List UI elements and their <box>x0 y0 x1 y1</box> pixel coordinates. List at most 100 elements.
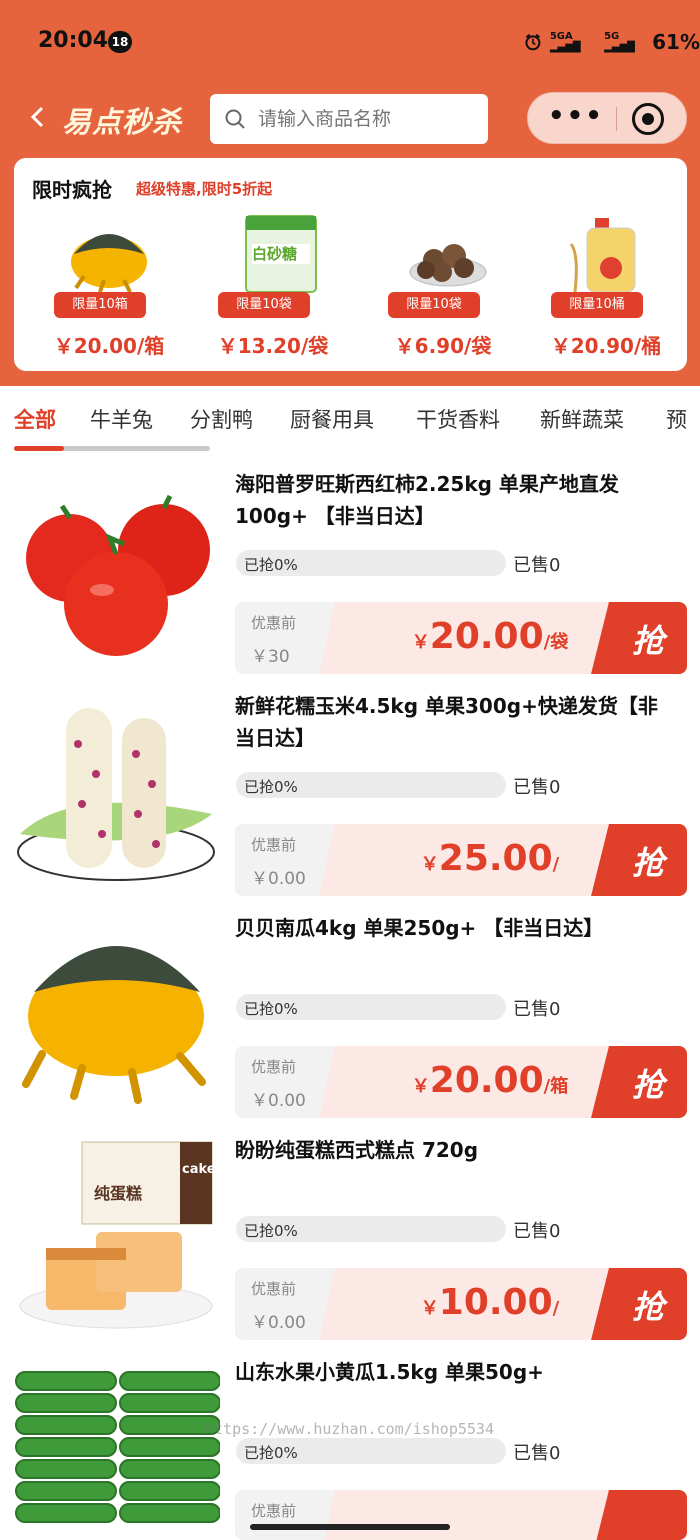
flash-sale-card: 限时疯抢 超级特惠,限时5折起 限量10箱 ￥20.00/箱 白砂糖 限量10袋… <box>14 158 687 371</box>
product-card[interactable]: 海阳普罗旺斯西红柿2.25kg 单果产地直发100g+ 【非当日达】 已抢0% … <box>0 462 700 684</box>
battery-level: 61% <box>652 30 700 54</box>
grab-button[interactable]: 抢 <box>623 1060 673 1106</box>
product-card[interactable]: 贝贝南瓜4kg 单果250g+ 【非当日达】 已抢0% 已售0 优惠前 ￥0.00… <box>0 906 700 1128</box>
original-price-label: 优惠前 <box>251 1058 297 1076</box>
sale-progress-bar: 已抢0% <box>236 1438 506 1464</box>
tab-fresh-vegetables[interactable]: 新鲜蔬菜 <box>540 404 624 434</box>
flash-item-limit: 限量10袋 <box>388 292 480 318</box>
system-icons: 5GA ▂▄▆█ 5G ▂▄▆█ 61% <box>524 30 700 54</box>
product-card[interactable]: 山东水果小黄瓜1.5kg 单果50g+ 已抢0% 已售0 优惠前 <box>0 1350 700 1540</box>
tab-all[interactable]: 全部 <box>14 404 56 434</box>
product-image <box>12 462 220 672</box>
original-price-label: 优惠前 <box>251 1502 297 1520</box>
original-price-box: 优惠前 ￥0.00 <box>235 1046 335 1118</box>
cake-box-label: 纯蛋糕 <box>94 1184 143 1203</box>
back-icon[interactable] <box>28 102 52 134</box>
sugar-bag-label: 白砂糖 <box>252 245 298 263</box>
sale-price: ￥25.00/ <box>420 838 560 879</box>
tab-scroll-indicator <box>14 446 210 451</box>
flash-item-limit: 限量10桶 <box>551 292 643 318</box>
original-price-box: 优惠前 ￥0.00 <box>235 824 335 896</box>
tab-beef-lamb-rabbit[interactable]: 牛羊兔 <box>90 404 153 434</box>
tab-preorder[interactable]: 预 <box>666 404 687 434</box>
sale-progress-bar: 已抢0% <box>236 550 506 576</box>
original-price-box: 优惠前 <box>235 1490 335 1540</box>
network-5ga-icon: 5GA ▂▄▆█ <box>549 31 581 53</box>
mini-program-capsule: ••• <box>527 92 687 144</box>
product-name: 山东水果小黄瓜1.5kg 单果50g+ <box>235 1360 544 1384</box>
grab-button[interactable]: 抢 <box>623 616 673 662</box>
original-price: ￥0.00 <box>251 1091 306 1111</box>
cake-image <box>19 1141 213 1329</box>
buy-bar[interactable]: 优惠前 ￥0.00 ￥10.00/ 抢 <box>235 1268 687 1340</box>
sold-count: 已售0 <box>513 777 561 798</box>
age-badge: 18 <box>108 31 132 53</box>
close-program-icon[interactable] <box>632 103 664 135</box>
flash-item[interactable]: 限量10桶 ￥20.90/桶 <box>541 214 671 364</box>
original-price: ￥0.00 <box>251 869 306 889</box>
original-price: ￥0.00 <box>251 1313 306 1333</box>
buy-bar[interactable]: 优惠前 <box>235 1490 687 1540</box>
original-price-box: 优惠前 ￥0.00 <box>235 1268 335 1340</box>
sold-count: 已售0 <box>513 555 561 576</box>
grab-button[interactable]: 抢 <box>623 1282 673 1328</box>
flash-item[interactable]: 限量10箱 ￥20.00/箱 <box>44 214 174 364</box>
flash-item[interactable]: 限量10袋 ￥6.90/袋 <box>378 214 508 364</box>
flash-item-price: ￥20.90/桶 <box>550 334 662 358</box>
original-price-box: 优惠前 ￥30 <box>235 602 335 674</box>
sale-progress-bar: 已抢0% <box>236 994 506 1020</box>
network-5g-icon: 5G ▂▄▆█ <box>604 31 635 53</box>
cake-box-label-en: cake <box>182 1162 216 1177</box>
sold-count: 已售0 <box>513 1443 561 1464</box>
sale-price: ￥20.00/袋 <box>411 616 569 657</box>
grab-button-bg[interactable] <box>591 1490 687 1540</box>
alarm-icon <box>525 33 541 51</box>
product-image <box>12 1350 220 1540</box>
sale-price: ￥20.00/箱 <box>411 1060 569 1101</box>
product-name: 海阳普罗旺斯西红柿2.25kg 单果产地直发100g+ 【非当日达】 <box>235 472 619 528</box>
buy-bar[interactable]: 优惠前 ￥0.00 ￥25.00/ 抢 <box>235 824 687 896</box>
watermark: https://www.huzhan.com/ishop5534 <box>205 1420 494 1438</box>
grab-button[interactable]: 抢 <box>623 838 673 884</box>
progress-label: 已抢0% <box>244 778 298 796</box>
sold-count: 已售0 <box>513 1221 561 1242</box>
tab-kitchenware[interactable]: 厨餐用具 <box>290 404 374 434</box>
tab-duck-parts[interactable]: 分割鸭 <box>190 404 253 434</box>
original-price-label: 优惠前 <box>251 1280 297 1298</box>
product-name: 盼盼纯蛋糕西式糕点 720g <box>235 1138 479 1162</box>
flash-item[interactable]: 白砂糖 限量10袋 ￥13.20/袋 <box>208 214 338 364</box>
category-tabs: 全部 牛羊兔 分割鸭 厨餐用具 干货香料 新鲜蔬菜 预 <box>0 386 700 456</box>
progress-label: 已抢0% <box>244 1000 298 1018</box>
corn-image <box>17 708 215 881</box>
original-price: ￥30 <box>251 647 290 667</box>
flash-item-price: ￥6.90/袋 <box>394 334 492 358</box>
pumpkin-image <box>71 234 147 293</box>
search-icon <box>225 109 245 129</box>
original-price-label: 优惠前 <box>251 836 297 854</box>
search-box[interactable] <box>210 94 488 144</box>
tab-dried-spices[interactable]: 干货香料 <box>416 404 500 434</box>
sale-progress-bar: 已抢0% <box>236 772 506 798</box>
pumpkin-image <box>22 946 206 1104</box>
product-card[interactable]: 新鲜花糯玉米4.5kg 单果300g+快递发货【非当日达】 已抢0% 已售0 优… <box>0 684 700 906</box>
status-bar: 20:04 18 5GA ▂▄▆█ 5G ▂▄▆█ 61% <box>0 0 700 84</box>
product-card[interactable]: 纯蛋糕 cake 盼盼纯蛋糕西式糕点 720g 已抢0% 已售0 优惠前 ￥0.0… <box>0 1128 700 1350</box>
oil-bottle-image <box>569 218 636 293</box>
buy-bar[interactable]: 优惠前 ￥30 ￥20.00/袋 抢 <box>235 602 687 674</box>
product-name: 新鲜花糯玉米4.5kg 单果300g+快递发货【非当日达】 <box>235 694 658 750</box>
flash-item-price: ￥13.20/袋 <box>217 334 329 358</box>
sold-count: 已售0 <box>513 999 561 1020</box>
product-name: 贝贝南瓜4kg 单果250g+ 【非当日达】 <box>235 916 604 940</box>
more-menu-icon[interactable]: ••• <box>548 99 602 139</box>
progress-label: 已抢0% <box>244 556 298 574</box>
flash-item-limit: 限量10箱 <box>54 292 146 318</box>
buy-bar[interactable]: 优惠前 ￥0.00 ￥20.00/箱 抢 <box>235 1046 687 1118</box>
search-input[interactable] <box>258 108 468 130</box>
tomato-image <box>26 494 210 656</box>
home-indicator[interactable] <box>250 1524 450 1530</box>
cucumber-image <box>15 1371 220 1523</box>
mushroom-image <box>409 244 487 287</box>
progress-label: 已抢0% <box>244 1222 298 1240</box>
product-image <box>12 906 220 1116</box>
status-time: 20:04 <box>38 28 109 53</box>
